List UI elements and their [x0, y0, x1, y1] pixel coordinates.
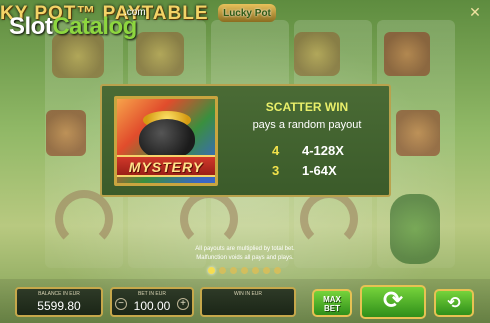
symbol-ribbon: MYSTERY — [117, 155, 215, 177]
max-bet-button[interactable]: MAX BET — [312, 289, 352, 317]
page-dot[interactable] — [263, 267, 270, 274]
payout-count: 3 — [272, 163, 280, 178]
background-symbol-k — [384, 32, 430, 76]
game-screen: KY POT™ PAYTABLE SlotCatalog .com Lucky … — [0, 0, 490, 323]
mystery-symbol-image: MYSTERY — [114, 96, 218, 186]
balance-value: 5599.80 — [37, 299, 81, 313]
bet-panel: BET IN EUR − 100.00 + — [110, 287, 194, 317]
payout-count: 4 — [272, 143, 280, 158]
max-bet-label: BET — [324, 304, 340, 313]
footnote-line: Malfunction voids all pays and plays. — [196, 255, 294, 261]
payout-row: 3 1-64X — [272, 163, 337, 178]
page-dot[interactable] — [274, 267, 281, 274]
close-icon[interactable]: ✕ — [468, 5, 482, 19]
bet-label: BET IN EUR — [138, 291, 166, 297]
page-indicator — [208, 267, 281, 274]
background-symbol-k — [396, 110, 440, 156]
pot-icon — [139, 119, 195, 159]
background-symbol-j — [294, 32, 340, 76]
autoplay-icon: ⟲ — [447, 295, 461, 312]
payout-footnote: All payouts are multiplied by total bet.… — [0, 245, 490, 263]
footnote-line: All payouts are multiplied by total bet. — [195, 246, 295, 252]
page-dot[interactable] — [208, 267, 215, 274]
scatter-description: pays a random payout — [252, 119, 362, 131]
background-symbol-horseshoe — [300, 190, 358, 248]
payout-value: 1-64X — [302, 163, 337, 178]
balance-panel: BALANCE IN EUR 5599.80 — [15, 287, 103, 317]
page-dot[interactable] — [230, 267, 237, 274]
page-dot[interactable] — [241, 267, 248, 274]
win-panel: WIN IN EUR — [200, 287, 296, 317]
win-label: WIN IN EUR — [233, 291, 263, 297]
spin-button[interactable]: ⟳ — [360, 285, 426, 319]
payout-value: 4-128X — [302, 143, 344, 158]
background-symbol-horseshoe — [55, 190, 113, 248]
symbol-name: MYSTERY — [128, 159, 204, 175]
balance-label: BALANCE IN EUR — [38, 291, 80, 297]
spin-icon: ⟳ — [382, 287, 404, 314]
background-symbol-j — [136, 32, 184, 76]
payout-row: 4 4-128X — [272, 143, 344, 158]
scatter-heading: SCATTER WIN — [265, 100, 349, 114]
paytable-card: MYSTERY SCATTER WIN pays a random payout… — [100, 84, 391, 197]
max-bet-label: MAX — [323, 295, 341, 304]
watermark-suffix: .com — [124, 7, 146, 18]
game-logo: Lucky Pot — [218, 4, 276, 22]
watermark-main: Slot — [9, 13, 53, 40]
bet-increase-button[interactable]: + — [177, 298, 189, 310]
autoplay-button[interactable]: ⟲ — [434, 289, 474, 317]
background-symbol-k — [46, 110, 86, 156]
page-dot[interactable] — [252, 267, 259, 274]
background-symbol-horseshoe — [180, 190, 238, 248]
watermark-logo: SlotCatalog — [9, 13, 137, 41]
page-dot[interactable] — [219, 267, 226, 274]
